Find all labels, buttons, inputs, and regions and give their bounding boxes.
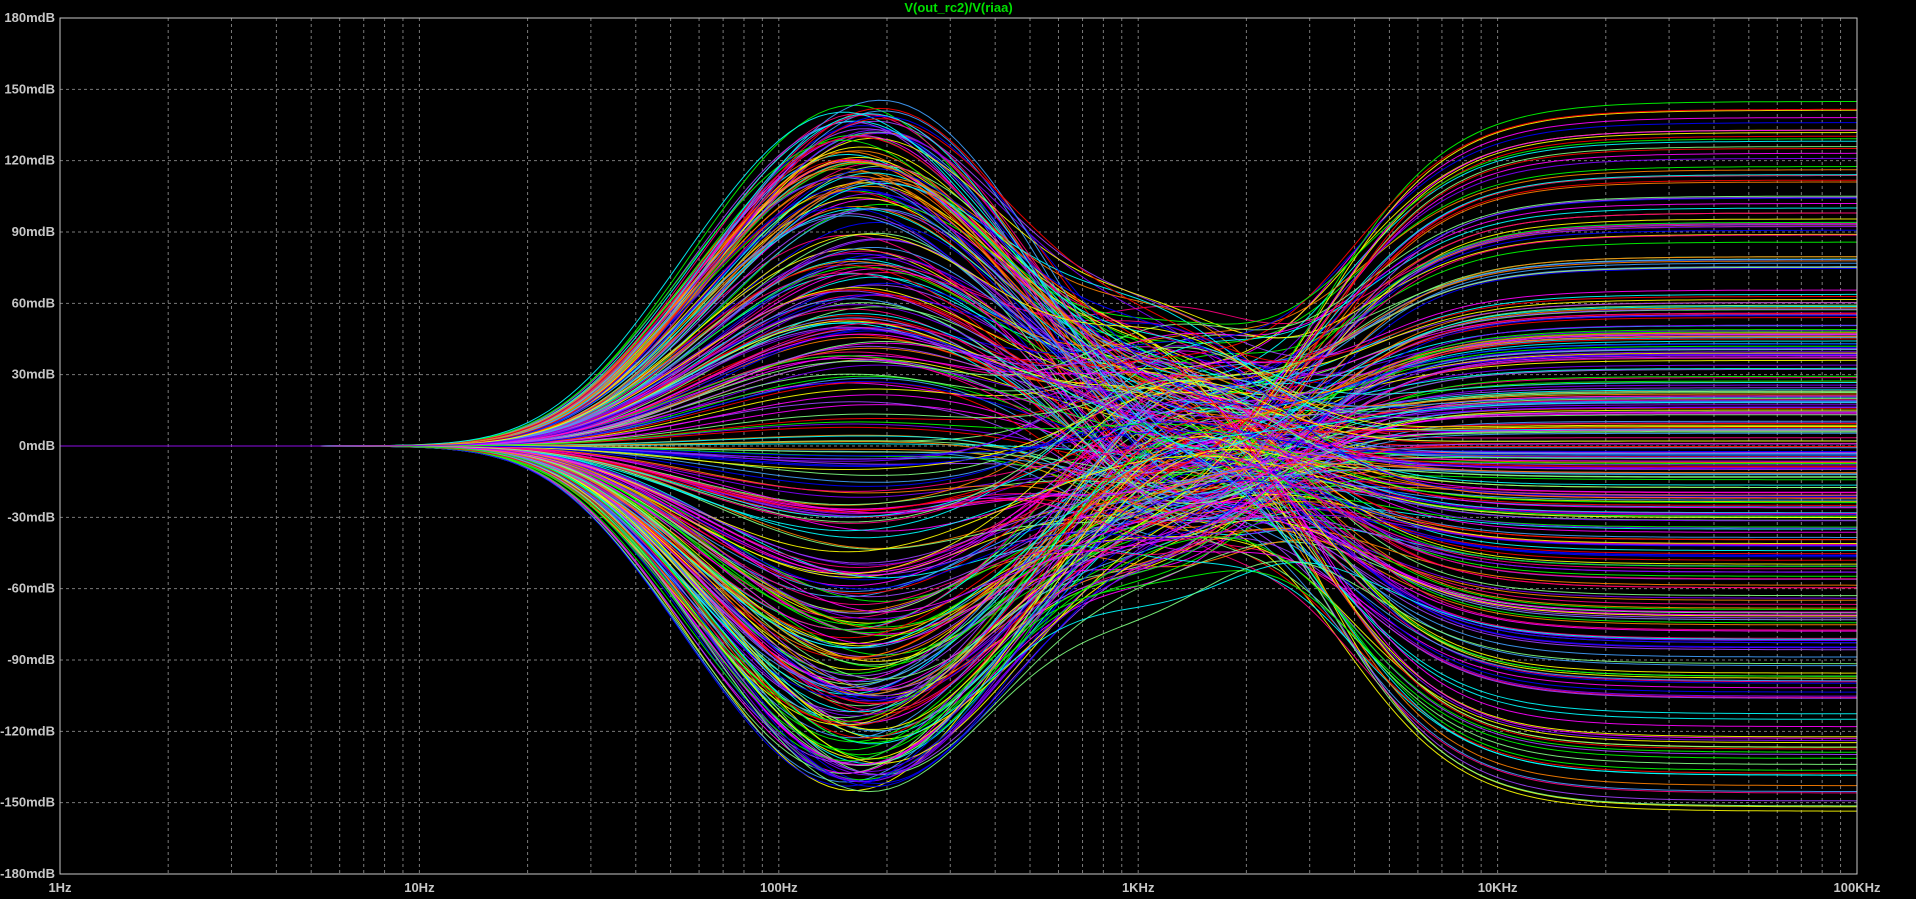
y-tick-label: -90mdB — [7, 652, 55, 667]
x-tick-label: 100Hz — [760, 880, 798, 895]
y-tick-label: 30mdB — [12, 367, 55, 382]
y-tick-label: 60mdB — [12, 295, 55, 310]
y-tick-label: 180mdB — [4, 10, 55, 25]
y-tick-label: -150mdB — [0, 795, 55, 810]
x-tick-label: 10Hz — [404, 880, 435, 895]
x-tick-label: 100KHz — [1834, 880, 1881, 895]
y-tick-label: -180mdB — [0, 866, 55, 881]
y-tick-label: 90mdB — [12, 224, 55, 239]
plot-svg: 180mdB 150mdB 120mdB 90mdB 60mdB 30mdB 0mdB -30… — [0, 0, 1916, 899]
x-tick-label: 10KHz — [1478, 880, 1518, 895]
x-tick-label: 1KHz — [1122, 880, 1155, 895]
y-tick-label: 120mdB — [4, 153, 55, 168]
y-tick-label: -120mdB — [0, 723, 55, 738]
y-tick-label: -30mdB — [7, 509, 55, 524]
trace-title[interactable]: V(out_rc2)/V(riaa) — [904, 0, 1012, 15]
y-tick-label: 150mdB — [4, 81, 55, 96]
y-tick-label: -60mdB — [7, 581, 55, 596]
x-tick-label: 1Hz — [48, 880, 72, 895]
y-tick-label: 0mdB — [19, 438, 55, 453]
